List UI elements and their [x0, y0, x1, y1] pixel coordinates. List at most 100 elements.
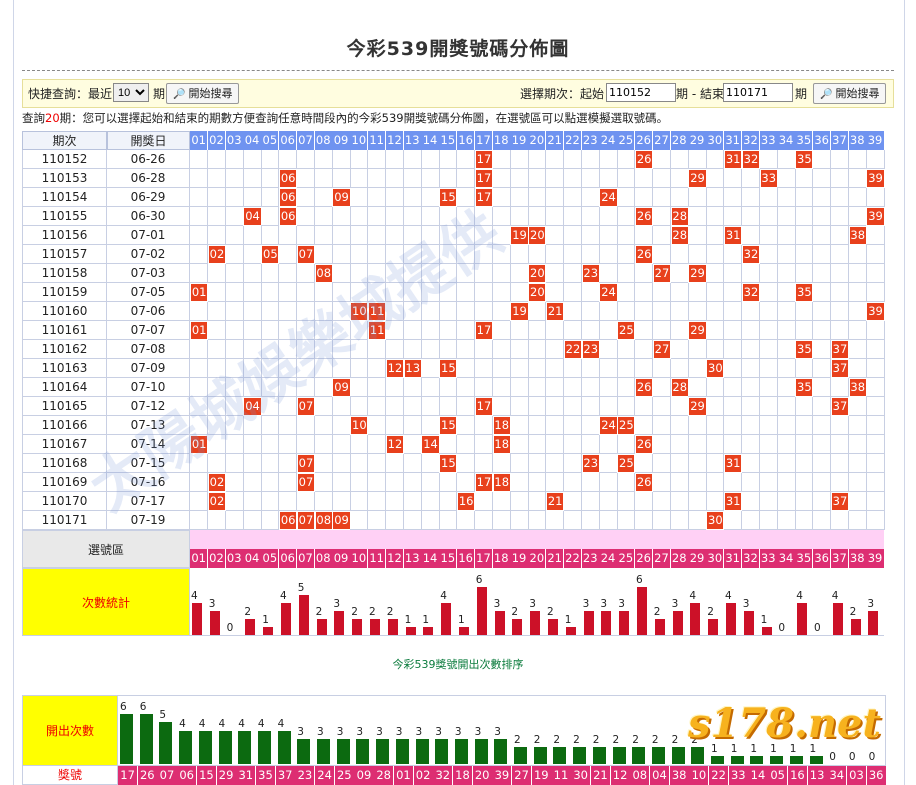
query-bar: 快捷查詢：最近 10 期 🔎開始搜尋 選擇期次：起始 期 - 結束 期 🔎開始搜… — [22, 79, 894, 108]
select-number-button[interactable]: 34 — [777, 549, 796, 568]
select-number-button[interactable]: 12 — [385, 549, 405, 568]
select-number-button[interactable]: 32 — [741, 549, 761, 568]
select-number-button[interactable]: 15 — [439, 549, 458, 568]
select-number-button[interactable]: 38 — [848, 549, 867, 568]
drawn-number-cell: 31 — [724, 226, 743, 245]
grid-cell — [421, 245, 440, 264]
select-number-button[interactable]: 21 — [546, 549, 565, 568]
select-number-button[interactable]: 37 — [830, 549, 850, 568]
grid-cell — [563, 511, 583, 530]
end-period-input[interactable] — [723, 83, 793, 102]
rank-count-value: 1 — [750, 742, 758, 755]
rank-number: 01 — [393, 766, 414, 785]
select-number-button[interactable]: 39 — [866, 549, 885, 568]
select-number-button[interactable]: 24 — [599, 549, 618, 568]
select-number-button[interactable]: 30 — [706, 549, 725, 568]
grid-cell — [385, 340, 405, 359]
grid-cell — [439, 245, 458, 264]
count-label: 2 — [386, 606, 394, 618]
grid-cell — [190, 226, 209, 245]
number-header: 10 — [350, 131, 369, 150]
grid-cell — [706, 245, 725, 264]
select-number-button[interactable]: 13 — [403, 549, 422, 568]
grid-cell — [759, 150, 778, 169]
grid-cell — [403, 150, 422, 169]
select-number-button[interactable]: 31 — [724, 549, 743, 568]
grid-cell — [830, 188, 850, 207]
select-number-button[interactable]: 33 — [759, 549, 778, 568]
select-number-button[interactable]: 16 — [457, 549, 476, 568]
count-label: 1 — [564, 614, 572, 626]
grid-cell — [563, 378, 583, 397]
number-header: 31 — [724, 131, 743, 150]
select-number-button[interactable]: 20 — [528, 549, 547, 568]
grid-cell — [207, 226, 227, 245]
select-number-button[interactable]: 19 — [510, 549, 529, 568]
rank-number: 06 — [177, 766, 198, 785]
select-number-button[interactable]: 22 — [563, 549, 583, 568]
select-number-button[interactable]: 05 — [261, 549, 280, 568]
grid-cell — [225, 473, 244, 492]
drawn-number-cell: 25 — [617, 454, 636, 473]
select-number-button[interactable]: 14 — [421, 549, 440, 568]
select-number-button[interactable]: 10 — [350, 549, 369, 568]
select-number-button[interactable]: 26 — [635, 549, 654, 568]
select-number-button[interactable]: 35 — [795, 549, 814, 568]
number-header: 03 — [225, 131, 244, 150]
count-bar — [441, 603, 452, 635]
select-number-button[interactable]: 11 — [368, 549, 387, 568]
select-number-button[interactable]: 28 — [670, 549, 689, 568]
grid-cell — [439, 340, 458, 359]
grid-cell — [617, 492, 636, 511]
select-number-button[interactable]: 09 — [332, 549, 351, 568]
grid-cell — [421, 321, 440, 340]
select-number-button[interactable]: 27 — [652, 549, 672, 568]
select-number-button[interactable]: 25 — [617, 549, 636, 568]
select-number-button[interactable]: 36 — [813, 549, 832, 568]
select-number-button[interactable]: 18 — [492, 549, 511, 568]
grid-cell — [652, 321, 672, 340]
range-search-button[interactable]: 🔎 開始搜尋 — [813, 83, 887, 104]
select-number-button[interactable]: 23 — [581, 549, 600, 568]
grid-cell — [190, 264, 209, 283]
grid-cell — [492, 378, 511, 397]
number-header: 14 — [421, 131, 440, 150]
grid-cell — [866, 321, 885, 340]
quick-search-button[interactable]: 🔎 開始搜尋 — [166, 83, 240, 104]
grid-cell — [207, 264, 227, 283]
grid-cell — [279, 492, 298, 511]
range-mid-label: 期 - 結束 — [676, 87, 724, 101]
grid-cell — [190, 340, 209, 359]
grid-cell — [652, 283, 672, 302]
grid-cell — [652, 169, 672, 188]
select-number-button[interactable]: 29 — [688, 549, 707, 568]
select-number-button[interactable]: 03 — [225, 549, 244, 568]
grid-cell — [457, 150, 476, 169]
start-period-input[interactable] — [606, 83, 676, 102]
count-bar — [868, 611, 879, 635]
select-number-button[interactable]: 07 — [296, 549, 316, 568]
select-number-button[interactable]: 06 — [279, 549, 298, 568]
grid-cell — [635, 511, 654, 530]
rank-number: 39 — [492, 766, 513, 785]
select-number-button[interactable]: 02 — [207, 549, 227, 568]
count-bar — [761, 627, 772, 635]
grid-cell — [279, 454, 298, 473]
grid-cell — [777, 340, 796, 359]
select-number-button[interactable]: 08 — [314, 549, 333, 568]
select-number-button[interactable]: 01 — [190, 549, 209, 568]
recent-periods-select[interactable]: 10 — [113, 83, 149, 102]
grid-cell — [848, 245, 867, 264]
grid-cell — [813, 207, 832, 226]
grid-cell — [795, 473, 814, 492]
grid-cell — [279, 245, 298, 264]
drawn-number-cell: 06 — [279, 511, 298, 530]
grid-cell — [314, 378, 333, 397]
grid-cell — [296, 302, 316, 321]
grid-cell — [563, 226, 583, 245]
stats-label: 次數統計 — [22, 568, 190, 636]
select-number-button[interactable]: 04 — [243, 549, 262, 568]
select-number-button[interactable]: 17 — [474, 549, 494, 568]
grid-cell — [724, 302, 743, 321]
grid-cell — [546, 359, 565, 378]
